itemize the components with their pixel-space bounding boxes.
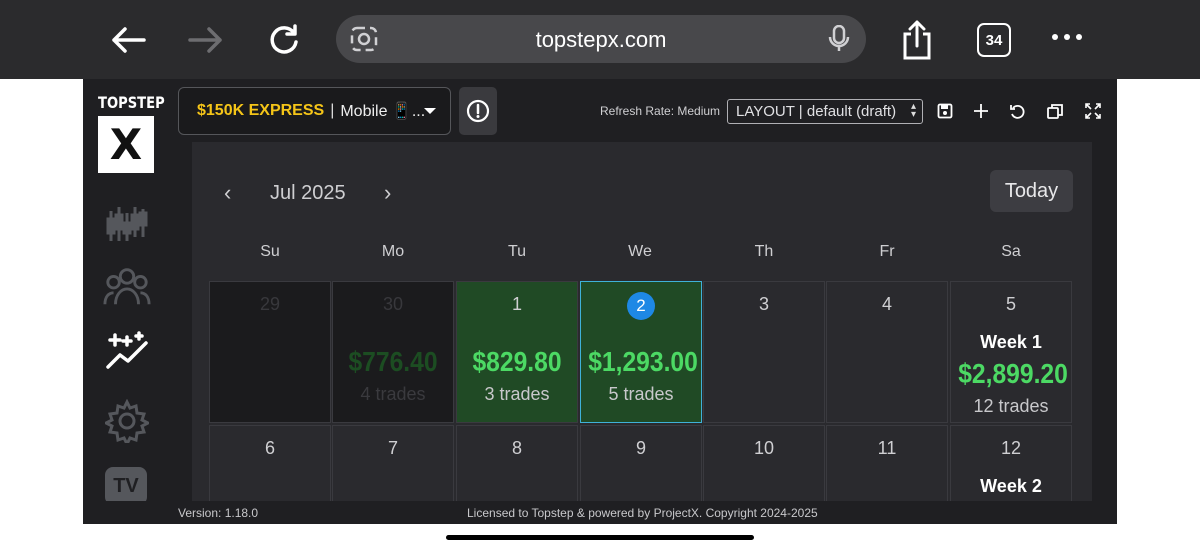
week-label: Week 2 — [980, 476, 1042, 496]
day-number: 29 — [259, 294, 281, 314]
share-icon[interactable] — [895, 18, 939, 62]
day-number: 7 — [387, 438, 398, 458]
footer: Version: 1.18.0 Licensed to Topstep & po… — [83, 501, 1117, 524]
version-text: Version: 1.18.0 — [178, 506, 259, 520]
app-window: TOPSTEP X TV $150K EXPRESS | Mobile 📱...… — [83, 79, 1117, 524]
users-icon[interactable] — [103, 265, 151, 309]
license-text: Licensed to Topstep & powered by Project… — [467, 506, 818, 520]
plus-icon[interactable] — [969, 99, 993, 123]
account-separator: | — [330, 102, 335, 119]
day-trades: 4 trades — [360, 384, 426, 404]
forward-arrow-icon[interactable] — [184, 18, 228, 62]
day-number: 8 — [511, 438, 522, 458]
calendar-month: Jul 2025 — [270, 182, 346, 204]
chevron-updown-icon: ▴ ▾ — [910, 101, 916, 120]
day-number: 30 — [382, 294, 404, 314]
sidebar: TOPSTEP X TV — [83, 79, 167, 524]
day-number: 11 — [877, 438, 897, 458]
chevron-right-icon[interactable]: › — [384, 180, 391, 206]
calendar-day-cell[interactable]: 30 $776.40 4 trades — [332, 281, 454, 423]
week-pnl: $2,899.20 — [958, 358, 1068, 389]
chevron-left-icon[interactable]: ‹ — [224, 180, 231, 206]
calendar-week-cell[interactable]: 5 Week 1 $2,899.20 12 trades — [950, 281, 1072, 423]
layout-value: LAYOUT | default (draft) — [736, 103, 897, 120]
account-name: $150K EXPRESS — [197, 102, 325, 119]
pnl-calendar: ‹ Jul 2025 › Today Su Mo Tu We Th Fr Sa … — [192, 142, 1092, 524]
dow-fr: Fr — [879, 243, 895, 260]
save-icon[interactable] — [933, 99, 957, 123]
week-label: Week 1 — [980, 332, 1042, 352]
more-options-icon[interactable] — [1052, 34, 1082, 40]
dow-we: We — [628, 243, 652, 260]
day-number: 6 — [264, 438, 275, 458]
browser-toolbar: topstepx.com 34 — [0, 0, 1200, 79]
tabs-count-button[interactable]: 34 — [977, 23, 1011, 57]
gear-icon[interactable] — [103, 399, 151, 443]
chevron-down-icon — [424, 108, 436, 114]
day-pnl: $1,293.00 — [588, 346, 698, 377]
day-number-today: 2 — [627, 292, 655, 320]
dow-tu: Tu — [507, 243, 527, 260]
day-number: 3 — [758, 294, 769, 314]
today-button[interactable]: Today — [990, 170, 1073, 212]
logo-mark: X — [98, 116, 154, 173]
day-number: 5 — [1005, 294, 1016, 314]
week-trades: 12 trades — [973, 396, 1049, 416]
windows-icon[interactable] — [1043, 99, 1067, 123]
dow-th: Th — [754, 243, 774, 260]
logo-wordmark: TOPSTEP — [98, 93, 165, 112]
calendar-day-cell[interactable]: 3 — [703, 281, 825, 423]
microphone-icon[interactable] — [828, 24, 850, 53]
account-mode: Mobile 📱... — [340, 103, 426, 120]
day-pnl: $829.80 — [472, 346, 562, 377]
home-indicator[interactable] — [446, 535, 754, 540]
dow-su: Su — [260, 243, 280, 260]
calendar-day-cell[interactable]: 4 — [826, 281, 948, 423]
day-number: 4 — [881, 294, 892, 314]
url-bar[interactable]: topstepx.com — [336, 15, 866, 63]
refresh-rate-label: Refresh Rate: Medium — [600, 104, 721, 118]
tv-button[interactable]: TV — [105, 467, 147, 505]
calendar-day-cell-today[interactable]: 2 $1,293.00 5 trades — [580, 281, 702, 423]
day-pnl: $776.40 — [348, 346, 438, 377]
reload-icon[interactable] — [262, 18, 306, 62]
back-arrow-icon[interactable] — [106, 18, 150, 62]
undo-icon[interactable] — [1005, 99, 1029, 123]
dow-mo: Mo — [381, 243, 405, 260]
day-trades: 5 trades — [608, 384, 674, 404]
alert-icon — [466, 99, 490, 123]
dow-sa: Sa — [1001, 243, 1021, 260]
fullscreen-icon[interactable] — [1081, 99, 1105, 123]
url-text: topstepx.com — [535, 27, 667, 52]
day-number: 12 — [1000, 438, 1022, 458]
calendar-day-cell[interactable]: 29 — [209, 281, 331, 423]
chart-icon[interactable] — [103, 203, 151, 247]
calendar-day-cell[interactable]: 1 $829.80 3 trades — [456, 281, 578, 423]
sparkle-chart-icon[interactable] — [103, 329, 151, 373]
day-trades: 3 trades — [484, 384, 550, 404]
alert-button[interactable] — [459, 87, 497, 135]
account-select[interactable]: $150K EXPRESS | Mobile 📱... — [178, 87, 451, 135]
day-number: 10 — [753, 438, 775, 458]
day-number: 1 — [511, 294, 522, 314]
day-number: 9 — [635, 438, 646, 458]
layout-select[interactable]: LAYOUT | default (draft) ▴ ▾ — [727, 99, 923, 124]
